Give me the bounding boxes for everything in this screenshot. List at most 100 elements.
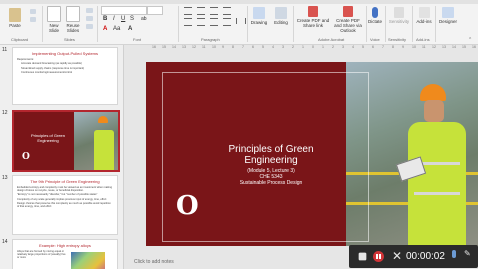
safety-vest: [408, 122, 466, 246]
ruler-tick-label: 15: [162, 45, 166, 49]
designer-button[interactable]: Designer: [437, 7, 459, 24]
pen-icon[interactable]: ✎: [464, 249, 471, 258]
thumbnail-title: Implementing Output-Pulled Systems: [31, 51, 99, 56]
ruler-tick-label: 1: [322, 45, 324, 49]
hard-hat-icon: [420, 84, 446, 101]
editing-button[interactable]: Editing: [271, 7, 291, 25]
slides-group-label: Slides: [64, 37, 75, 42]
ruler-tick-label: 5: [362, 45, 364, 49]
align-right-button[interactable]: [210, 18, 218, 26]
slide-number: 11: [2, 47, 8, 53]
thumbnail-line: Requirements:: [17, 57, 34, 61]
copy-button[interactable]: [28, 17, 38, 23]
strikethrough-button[interactable]: S: [130, 16, 134, 22]
engineer-face: [424, 100, 444, 122]
columns-button[interactable]: [236, 18, 246, 24]
ruler-tick-label: 10: [212, 45, 216, 49]
ruler-tick-label: 9: [402, 45, 404, 49]
numbering-button[interactable]: [197, 7, 205, 15]
font-name-box[interactable]: [101, 6, 147, 15]
align-center-button[interactable]: [197, 18, 205, 26]
section-icon: [85, 24, 93, 29]
slide-canvas[interactable]: Principles of Green Engineering (Module …: [146, 62, 478, 246]
paste-button[interactable]: Paste: [4, 8, 26, 28]
add-ins-group-label: Add-ins: [416, 37, 430, 42]
font-color-button[interactable]: A: [103, 26, 107, 32]
thumbnail-line: Alloys that are formed by mixing equal o…: [17, 249, 66, 259]
ruler-tick-label: 12: [192, 45, 196, 49]
highlight-button[interactable]: A: [128, 26, 132, 32]
character-spacing-button[interactable]: ab: [141, 16, 147, 22]
ruler-tick-label: 5: [262, 45, 264, 49]
add-ins-button[interactable]: Add-ins: [414, 7, 434, 24]
ruler-tick-label: 8: [392, 45, 394, 49]
close-icon[interactable]: ✕: [392, 249, 402, 263]
ruler-tick-label: 6: [372, 45, 374, 49]
adobe-group-label: Adobe Acrobat: [318, 37, 345, 42]
thumbnail-line: Design choices that preserve this comple…: [17, 202, 111, 208]
font-group-label: Font: [133, 37, 142, 42]
ruler-tick-label: 6: [252, 45, 254, 49]
notes-pane[interactable]: Click to add notes: [124, 255, 354, 269]
increase-indent-button[interactable]: [223, 7, 231, 15]
stop-icon[interactable]: [358, 252, 367, 261]
slide-thumbnail-pane: 11 Implementing Output-Pulled Systems Re…: [0, 45, 124, 269]
add-ins-icon: [418, 7, 430, 18]
thumbnail-title: The 9th Principle of Green Engineering: [30, 179, 100, 184]
ribbon-separator: [97, 6, 98, 42]
dictate-button[interactable]: Dictate: [367, 7, 383, 24]
layout-button[interactable]: [84, 8, 94, 14]
create-pdf-share-link-button[interactable]: Create PDF and Share link: [296, 6, 330, 28]
ou-logo-icon: Ο: [22, 152, 30, 162]
ruler-tick-label: 2: [292, 45, 294, 49]
justify-button[interactable]: [223, 18, 231, 26]
ruler-tick-label: 13: [442, 45, 446, 49]
alloy-structure-image: [71, 252, 105, 269]
sensitivity-button[interactable]: Sensitivity: [387, 7, 411, 24]
hard-hat-icon: [98, 116, 108, 123]
ruler-tick-label: 0: [312, 45, 314, 49]
ribbon-tab-strip: [0, 0, 478, 4]
italic-button[interactable]: I: [113, 16, 115, 22]
bullets-button[interactable]: [184, 7, 192, 15]
new-slide-icon: [47, 6, 61, 22]
slide-thumbnail-14[interactable]: Example: High entropy alloys Alloys that…: [12, 239, 118, 269]
paragraph-group-label: Paragraph: [201, 37, 220, 42]
sensitivity-group-label: Sensitivity: [388, 37, 407, 42]
slide-subtitle[interactable]: (Module 5, Lecture 3) CHE 5343 Sustainab…: [206, 168, 336, 186]
ruler-tick-label: 10: [412, 45, 416, 49]
reuse-slides-button[interactable]: Reuse Slides: [64, 6, 82, 33]
clipboard-icon: [9, 8, 21, 22]
ruler-tick-label: 7: [382, 45, 384, 49]
ruler-tick-label: 4: [352, 45, 354, 49]
subtitle-line: Sustainable Process Design: [239, 180, 303, 186]
slide-title[interactable]: Principles of Green Engineering: [206, 144, 336, 166]
microphone-icon[interactable]: [452, 250, 456, 258]
pause-recording-button[interactable]: [373, 251, 384, 262]
ruler-tick-label: 14: [452, 45, 456, 49]
align-left-button[interactable]: [184, 18, 192, 26]
ruler-tick-label: 13: [182, 45, 186, 49]
thumbnail-title: Principles of Green Engineering: [30, 133, 65, 143]
pdf-icon: [308, 6, 318, 17]
thumbnail-line: Complexity of any scale generally implie…: [17, 197, 107, 201]
reset-button[interactable]: [84, 16, 94, 22]
thumbnail-line: Streamlined supply chains (response time…: [21, 66, 85, 70]
slide-thumbnail-11[interactable]: Implementing Output-Pulled Systems Requi…: [12, 47, 118, 105]
section-button[interactable]: [84, 24, 94, 30]
change-case-button[interactable]: Aa: [113, 26, 120, 32]
slide-thumbnail-13[interactable]: The 9th Principle of Green Engineering E…: [12, 175, 118, 235]
create-pdf-share-outlook-button[interactable]: Create PDF and Share via Outlook: [332, 6, 364, 33]
underline-button[interactable]: U: [121, 16, 125, 22]
collapse-ribbon-icon[interactable]: ⌃: [468, 37, 472, 43]
font-size-box[interactable]: [147, 6, 163, 15]
pdf-outlook-icon: [343, 6, 353, 17]
bold-button[interactable]: B: [103, 16, 107, 22]
ribbon-separator: [42, 6, 43, 42]
cut-button[interactable]: [28, 9, 38, 15]
decrease-indent-button[interactable]: [210, 7, 218, 15]
ribbon: Paste Clipboard New Slide Reuse Slides S…: [0, 0, 478, 45]
new-slide-button[interactable]: New Slide: [45, 6, 63, 33]
drawing-button[interactable]: Drawing: [249, 7, 269, 25]
slide-thumbnail-12[interactable]: Principles of Green Engineering Ο: [12, 110, 120, 172]
